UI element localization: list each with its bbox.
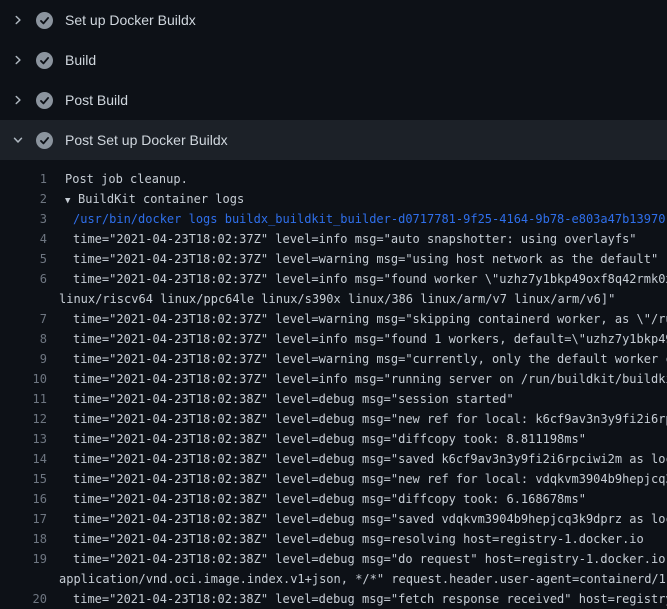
step-label: Set up Docker Buildx [65,12,196,28]
check-circle-icon [36,52,53,69]
check-circle-icon [36,132,53,149]
log-line: 8 time="2021-04-23T18:02:37Z" level=info … [0,329,667,349]
log-line-text: time="2021-04-23T18:02:38Z" level=debug … [59,409,667,429]
log-line: 20 time="2021-04-23T18:02:38Z" level=debu… [0,589,667,609]
log-line: 16 time="2021-04-23T18:02:38Z" level=debu… [0,489,667,509]
log-line-number[interactable]: 14 [0,449,47,469]
log-line-text: time="2021-04-23T18:02:38Z" level=debug … [59,429,586,449]
log-line-number[interactable]: 12 [0,409,47,429]
chevron-right-icon [10,92,26,108]
step-label: Build [65,52,96,68]
step-row-post-set-up-docker-buildx[interactable]: Post Set up Docker Buildx [0,120,667,160]
log-line: 5 time="2021-04-23T18:02:37Z" level=warni… [0,249,667,269]
log-line-number[interactable]: 17 [0,509,47,529]
log-line-continuation: linux/riscv64 linux/ppc64le linux/s390x … [0,289,667,309]
step-label: Post Build [65,92,128,108]
log-line-text: time="2021-04-23T18:02:38Z" level=debug … [59,469,667,489]
log-line-text: time="2021-04-23T18:02:37Z" level=warnin… [59,249,658,269]
log-line: 18 time="2021-04-23T18:02:38Z" level=debu… [0,529,667,549]
log-line-text: time="2021-04-23T18:02:38Z" level=debug … [59,589,667,609]
log-line-number[interactable]: 6 [0,269,47,289]
log-line: 9 time="2021-04-23T18:02:37Z" level=warni… [0,349,667,369]
log-line-number[interactable]: 15 [0,469,47,489]
log-line-text: time="2021-04-23T18:02:38Z" level=debug … [59,549,667,569]
log-line-number[interactable]: 3 [0,209,47,229]
log-line-number[interactable]: 19 [0,549,47,569]
log-line-text: /usr/bin/docker logs buildx_buildkit_bui… [59,209,665,229]
log-line-text: time="2021-04-23T18:02:38Z" level=debug … [59,389,514,409]
log-line-number[interactable]: 11 [0,389,47,409]
log-line-text: time="2021-04-23T18:02:38Z" level=debug … [59,529,644,549]
log-line-number[interactable]: 7 [0,309,47,329]
log-line-number[interactable]: 1 [0,169,47,189]
log-line: 17 time="2021-04-23T18:02:38Z" level=debu… [0,509,667,529]
log-area: 1 Post job cleanup. 2 ▼BuildKit container l… [0,160,667,609]
log-line-text: time="2021-04-23T18:02:38Z" level=debug … [59,509,667,529]
log-line-text: ▼BuildKit container logs [59,189,244,209]
step-row-post-build[interactable]: Post Build [0,80,667,120]
step-row-set-up-docker-buildx[interactable]: Set up Docker Buildx [0,0,667,40]
log-line: 2 ▼BuildKit container logs [0,189,667,209]
log-line-text: time="2021-04-23T18:02:37Z" level=info m… [59,229,637,249]
log-line: 15 time="2021-04-23T18:02:38Z" level=debu… [0,469,667,489]
log-line: 12 time="2021-04-23T18:02:38Z" level=debu… [0,409,667,429]
log-line: 10 time="2021-04-23T18:02:37Z" level=info… [0,369,667,389]
log-line: 3/usr/bin/docker logs buildx_buildkit_bu… [0,209,667,229]
log-line-number[interactable]: 2 [0,189,47,209]
log-line: 1 Post job cleanup. [0,169,667,189]
log-line-text: linux/riscv64 linux/ppc64le linux/s390x … [59,289,615,309]
log-line-number-spacer [0,289,47,309]
log-line-text: time="2021-04-23T18:02:37Z" level=warnin… [59,349,667,369]
step-label: Post Set up Docker Buildx [65,132,228,148]
log-line-text: time="2021-04-23T18:02:37Z" level=info m… [59,369,667,389]
job-steps-list: Set up Docker Buildx Build Post Build Po… [0,0,667,160]
chevron-down-icon [10,132,26,148]
log-line-text: time="2021-04-23T18:02:37Z" level=info m… [59,269,667,289]
log-line: 11 time="2021-04-23T18:02:38Z" level=debu… [0,389,667,409]
check-circle-icon [36,12,53,29]
log-line: 19 time="2021-04-23T18:02:38Z" level=debu… [0,549,667,569]
log-line: 7 time="2021-04-23T18:02:37Z" level=warni… [0,309,667,329]
log-line-text: time="2021-04-23T18:02:38Z" level=debug … [59,489,586,509]
log-line-number[interactable]: 13 [0,429,47,449]
chevron-right-icon [10,12,26,28]
log-line-text: Post job cleanup. [59,169,188,189]
log-line-number-spacer [0,569,47,589]
actions-log-viewer: { "theme": { "bg": "#0d1117", "band": "#… [0,0,667,600]
chevron-right-icon [10,52,26,68]
check-circle-icon [36,92,53,109]
log-line-continuation: application/vnd.oci.image.index.v1+json,… [0,569,667,589]
log-line-number[interactable]: 16 [0,489,47,509]
log-line-text: time="2021-04-23T18:02:37Z" level=warnin… [59,309,667,329]
log-group-toggle-icon[interactable]: ▼ [65,191,74,209]
log-line-number[interactable]: 10 [0,369,47,389]
log-line-text: application/vnd.oci.image.index.v1+json,… [59,569,667,589]
log-line-number[interactable]: 4 [0,229,47,249]
log-line: 13 time="2021-04-23T18:02:38Z" level=debu… [0,429,667,449]
log-line-number[interactable]: 5 [0,249,47,269]
log-line-number[interactable]: 18 [0,529,47,549]
log-line-number[interactable]: 9 [0,349,47,369]
log-line: 14 time="2021-04-23T18:02:38Z" level=debu… [0,449,667,469]
log-line-text: time="2021-04-23T18:02:37Z" level=info m… [59,329,667,349]
log-line: 6 time="2021-04-23T18:02:37Z" level=info … [0,269,667,289]
step-row-build[interactable]: Build [0,40,667,80]
log-line: 4 time="2021-04-23T18:02:37Z" level=info … [0,229,667,249]
log-line-number[interactable]: 20 [0,589,47,609]
log-line-number[interactable]: 8 [0,329,47,349]
log-line-text: time="2021-04-23T18:02:38Z" level=debug … [59,449,667,469]
